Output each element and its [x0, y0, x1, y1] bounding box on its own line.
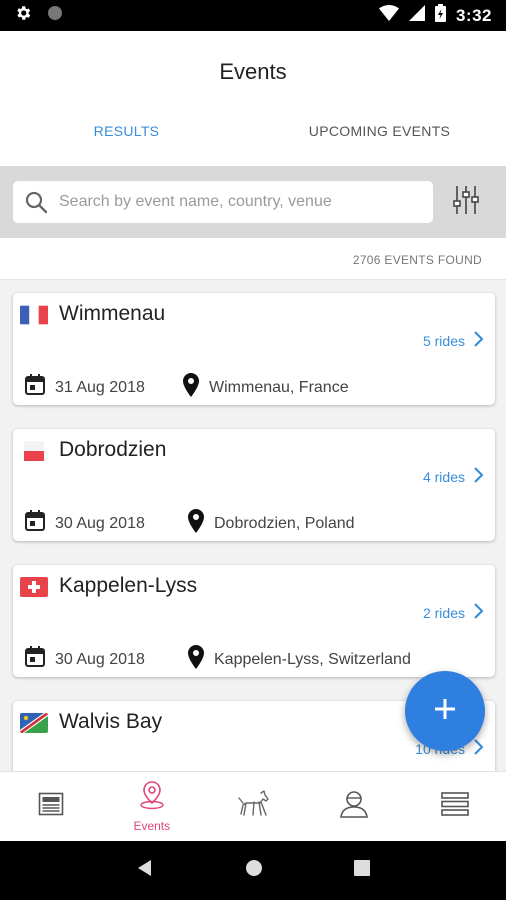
profile-icon — [339, 789, 369, 824]
rides-link[interactable]: 2 rides — [422, 603, 484, 622]
search-icon — [13, 190, 59, 214]
location-pin-icon — [138, 780, 166, 815]
menu-icon — [441, 792, 470, 821]
location-pin-icon — [186, 645, 206, 674]
event-date: 30 Aug 2018 — [23, 645, 145, 674]
event-location: Kappelen-Lyss, Switzerland — [186, 645, 411, 674]
event-name: Dobrodzien — [59, 438, 167, 461]
filter-button[interactable] — [449, 184, 483, 220]
search-input[interactable] — [59, 193, 433, 211]
event-location-text: Dobrodzien, Poland — [214, 514, 355, 532]
filter-sliders-icon — [453, 184, 479, 221]
france-flag-icon — [20, 305, 48, 325]
poland-flag-icon — [20, 441, 48, 461]
search-box[interactable] — [13, 181, 433, 223]
rides-count: 2 rides — [422, 604, 465, 621]
back-icon[interactable] — [135, 858, 155, 883]
event-card[interactable]: Dobrodzien 4 rides 30 Aug 2018 Dobrodzie… — [13, 429, 495, 541]
event-date: 31 Aug 2018 — [23, 373, 145, 402]
bottom-nav: Events — [0, 771, 506, 841]
switzerland-flag-icon — [20, 577, 48, 597]
news-icon — [38, 791, 64, 822]
event-location-text: Kappelen-Lyss, Switzerland — [214, 650, 411, 668]
nav-news[interactable] — [0, 772, 101, 841]
event-date-text: 31 Aug 2018 — [55, 378, 145, 396]
horse-icon — [236, 790, 270, 823]
namibia-flag-icon — [20, 713, 48, 733]
rides-link[interactable]: 5 rides — [422, 331, 484, 350]
event-location-text: Wimmenau, France — [209, 378, 349, 396]
signal-icon — [408, 5, 425, 26]
tab-results[interactable]: RESULTS — [0, 123, 253, 151]
tab-upcoming-events[interactable]: UPCOMING EVENTS — [253, 123, 506, 151]
location-pin-icon — [186, 509, 206, 538]
recents-icon[interactable] — [353, 859, 371, 882]
rides-count: 4 rides — [422, 468, 465, 485]
nav-profile[interactable] — [304, 772, 405, 841]
event-card[interactable]: Wimmenau 5 rides 31 Aug 2018 Wimmenau, F… — [13, 293, 495, 405]
nav-events[interactable]: Events — [101, 772, 202, 841]
event-location: Dobrodzien, Poland — [186, 509, 355, 538]
app-header: Events RESULTS UPCOMING EVENTS — [0, 31, 506, 166]
rides-count: 5 rides — [422, 332, 465, 349]
plus-icon — [433, 697, 457, 726]
home-icon[interactable] — [244, 858, 264, 883]
nav-horses[interactable] — [202, 772, 303, 841]
event-name: Walvis Bay — [59, 710, 163, 733]
nav-events-label: Events — [133, 819, 171, 833]
event-date-text: 30 Aug 2018 — [55, 650, 145, 668]
chevron-right-icon — [473, 603, 484, 622]
calendar-icon — [23, 509, 47, 538]
chevron-right-icon — [473, 467, 484, 486]
event-name: Wimmenau — [59, 302, 166, 325]
add-event-button[interactable] — [405, 671, 485, 751]
calendar-icon — [23, 645, 47, 674]
page-title: Events — [219, 59, 287, 84]
notification-dot-icon — [46, 4, 64, 27]
nav-menu[interactable] — [405, 772, 506, 841]
chevron-right-icon — [473, 739, 484, 758]
battery-icon — [434, 4, 446, 27]
chevron-right-icon — [473, 331, 484, 350]
results-count: 2706 EVENTS FOUND — [0, 238, 506, 280]
wifi-icon — [378, 5, 399, 26]
event-date: 30 Aug 2018 — [23, 509, 145, 538]
gear-icon — [14, 4, 32, 27]
event-location: Wimmenau, France — [181, 373, 349, 402]
system-nav-bar — [0, 841, 506, 900]
tab-bar: RESULTS UPCOMING EVENTS — [0, 123, 506, 151]
event-date-text: 30 Aug 2018 — [55, 514, 145, 532]
location-pin-icon — [181, 373, 201, 402]
status-bar: 3:32 — [0, 0, 506, 31]
calendar-icon — [23, 373, 47, 402]
event-name: Kappelen-Lyss — [59, 574, 198, 597]
status-time: 3:32 — [455, 5, 492, 25]
event-card[interactable]: Kappelen-Lyss 2 rides 30 Aug 2018 Kappel… — [13, 565, 495, 677]
search-area — [0, 166, 506, 238]
rides-link[interactable]: 4 rides — [422, 467, 484, 486]
